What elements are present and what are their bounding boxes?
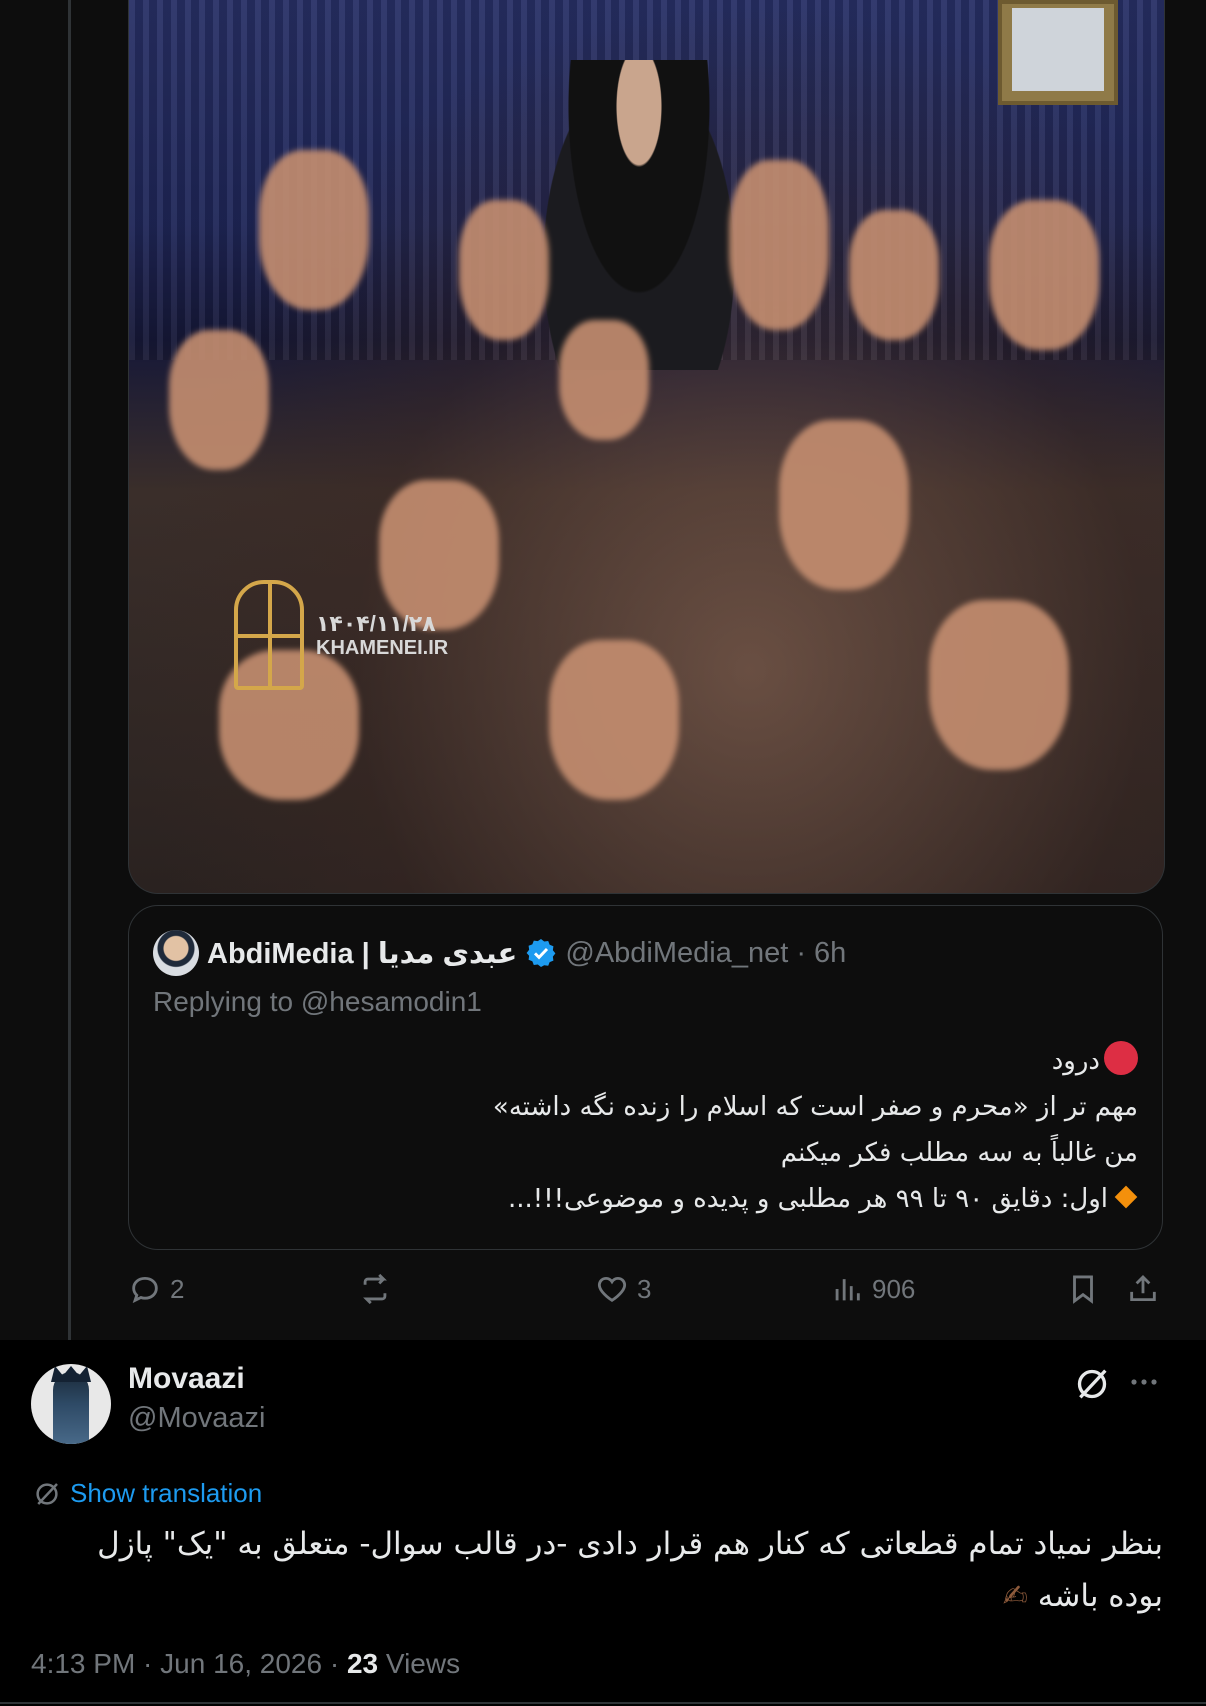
replying-to: Replying to @hesamodin1 [153, 986, 482, 1018]
thread-line [68, 0, 71, 1340]
quoted-line-3: من غالباً به سه مطلب فکر میکنم [780, 1138, 1138, 1168]
verified-badge-icon [526, 939, 556, 967]
repost-icon [363, 1273, 387, 1305]
share-button[interactable] [1126, 1272, 1160, 1306]
quoted-avatar[interactable] [153, 930, 199, 976]
action-bar: 2 3 906 [128, 1272, 1163, 1322]
divider [0, 1702, 1206, 1704]
quoted-line-4: اول: دقایق ۹۰ تا ۹۹ هر مطلبی و پدیده و م… [158, 1176, 1138, 1222]
post-views-count: 23 [346, 1648, 379, 1679]
replying-prefix: Replying to [153, 986, 294, 1017]
more-options-icon[interactable] [1126, 1370, 1162, 1394]
views-count: 906 [872, 1273, 916, 1304]
quoted-tweet-header: AbdiMedia | عبدی مدیا @AbdiMedia_net · 6… [153, 930, 846, 976]
reply-button[interactable]: 2 [128, 1272, 184, 1306]
window-logo-icon [234, 580, 304, 690]
analytics-icon [835, 1279, 860, 1301]
quoted-line-1: درود [158, 1038, 1138, 1084]
previous-post: ۱۴۰۴/۱۱/۲۸ KHAMENEI.IR AbdiMedia | عبدی … [0, 0, 1206, 1340]
like-count: 3 [637, 1273, 652, 1304]
writing-hand-icon: ✍ [1002, 1579, 1028, 1614]
share-icon [1130, 1274, 1156, 1302]
post-timestamp[interactable]: 4:13 PM · Jun 16, 2026 · [31, 1648, 339, 1679]
watermark-date: ۱۴۰۴/۱۱/۲۸ [316, 610, 436, 636]
user-display-name[interactable]: Movaazi [128, 1362, 245, 1396]
quoted-tweet[interactable]: AbdiMedia | عبدی مدیا @AbdiMedia_net · 6… [128, 905, 1163, 1250]
repost-button[interactable] [358, 1272, 400, 1306]
user-avatar[interactable] [31, 1364, 111, 1444]
bookmark-icon [1073, 1275, 1093, 1304]
red-circle-icon [1104, 1041, 1138, 1075]
image-watermark: ۱۴۰۴/۱۱/۲۸ KHAMENEI.IR [234, 580, 448, 690]
post-text: بنظر نمیاد تمام قطعاتی که کنار هم قرار د… [60, 1518, 1163, 1623]
orange-diamond-icon [1114, 1185, 1138, 1209]
portrait-frame [998, 0, 1118, 105]
grok-icon[interactable] [1072, 1364, 1112, 1404]
quoted-tweet-text: درود مهم تر از «محرم و صفر است که اسلام … [158, 1038, 1138, 1222]
reply-count: 2 [170, 1273, 185, 1304]
heart-icon [597, 1276, 627, 1303]
post-line-2: بوده باشه ✍ [60, 1570, 1163, 1623]
user-handle[interactable]: @Movaazi [128, 1402, 265, 1435]
bookmark-button[interactable] [1066, 1272, 1100, 1306]
like-button[interactable]: 3 [595, 1272, 651, 1306]
quoted-line-2: مهم تر از «محرم و صفر است که اسلام را زن… [492, 1092, 1138, 1122]
post-image[interactable]: ۱۴۰۴/۱۱/۲۸ KHAMENEI.IR [128, 0, 1165, 894]
post-views-label: Views [385, 1648, 461, 1679]
replying-user-link[interactable]: @hesamodin1 [301, 986, 482, 1017]
quoted-handle-time: @AbdiMedia_net · 6h [565, 936, 847, 969]
quoted-display-name[interactable]: AbdiMedia | عبدی مدیا [207, 936, 517, 971]
post-meta: 4:13 PM · Jun 16, 2026 · 23 Views [31, 1648, 460, 1680]
post-line-1: بنظر نمیاد تمام قطعاتی که کنار هم قرار د… [97, 1526, 1163, 1562]
reply-icon [132, 1276, 158, 1304]
views-button[interactable]: 906 [830, 1272, 915, 1306]
speaker-figure [539, 60, 739, 370]
watermark-site: KHAMENEI.IR [316, 636, 449, 659]
show-translation-link[interactable]: Show translation [70, 1478, 262, 1509]
show-translation[interactable]: Show translation [32, 1478, 262, 1509]
grok-translate-icon [36, 1482, 58, 1505]
